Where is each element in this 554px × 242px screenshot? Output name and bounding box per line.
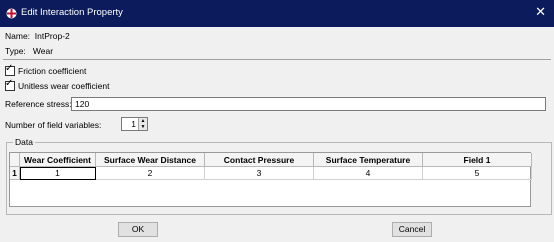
column-header[interactable]: Wear Coefficient	[20, 153, 96, 167]
title-bar: Edit Interaction Property ✕	[0, 0, 554, 27]
table-cell[interactable]: 2	[96, 167, 205, 180]
table-cell[interactable]: 4	[314, 167, 423, 180]
window-title: Edit Interaction Property	[21, 7, 123, 18]
field-variables-spinner[interactable]: 1 ▲ ▼	[121, 117, 148, 131]
ok-button[interactable]: OK	[118, 222, 158, 237]
checkmark-icon: ✓	[5, 78, 14, 89]
checkbox-box[interactable]: ✓	[5, 63, 15, 76]
cancel-button[interactable]: Cancel	[392, 222, 432, 237]
spin-down-icon[interactable]: ▼	[139, 124, 147, 130]
table-cell[interactable]: 5	[423, 167, 532, 180]
column-header[interactable]: Contact Pressure	[205, 153, 314, 167]
checkmark-icon: ✓	[5, 63, 14, 74]
row-header[interactable]: 1	[10, 167, 20, 180]
reference-stress-input[interactable]: 120	[71, 97, 546, 111]
column-header[interactable]: Surface Temperature	[314, 153, 423, 167]
name-label: Name:	[5, 31, 31, 41]
unitless-wear-checkbox[interactable]: ✓ Unitless wear coefficient	[5, 78, 110, 91]
friction-coefficient-checkbox[interactable]: ✓ Friction coefficient	[5, 63, 87, 76]
unitless-wear-label: Unitless wear coefficient	[18, 81, 110, 91]
checkbox-box[interactable]: ✓	[5, 78, 15, 91]
field-variables-value: 1	[131, 119, 136, 129]
friction-coefficient-label: Friction coefficient	[18, 66, 87, 76]
reference-stress-label: Reference stress:	[5, 99, 72, 109]
column-header[interactable]: Surface Wear Distance	[96, 153, 205, 167]
divider	[3, 59, 551, 60]
type-row: Type: Wear	[5, 46, 53, 56]
close-icon[interactable]: ✕	[535, 5, 546, 19]
field-variables-label: Number of field variables:	[5, 120, 102, 130]
data-table[interactable]: Wear Coefficient Surface Wear Distance C…	[9, 152, 532, 207]
table-cell[interactable]: 3	[205, 167, 314, 180]
abaqus-cross-icon	[6, 8, 17, 19]
type-value: Wear	[32, 46, 54, 56]
table-cell[interactable]: 1	[20, 167, 96, 180]
spinner-arrows[interactable]: ▲ ▼	[138, 118, 147, 130]
data-group-legend: Data	[13, 137, 35, 147]
name-row: Name: IntProp-2	[5, 31, 70, 41]
reference-stress-value: 120	[75, 99, 90, 109]
type-label: Type:	[5, 46, 26, 56]
column-header[interactable]: Field 1	[423, 153, 532, 167]
table-corner	[10, 153, 20, 167]
name-value: IntProp-2	[34, 31, 70, 41]
